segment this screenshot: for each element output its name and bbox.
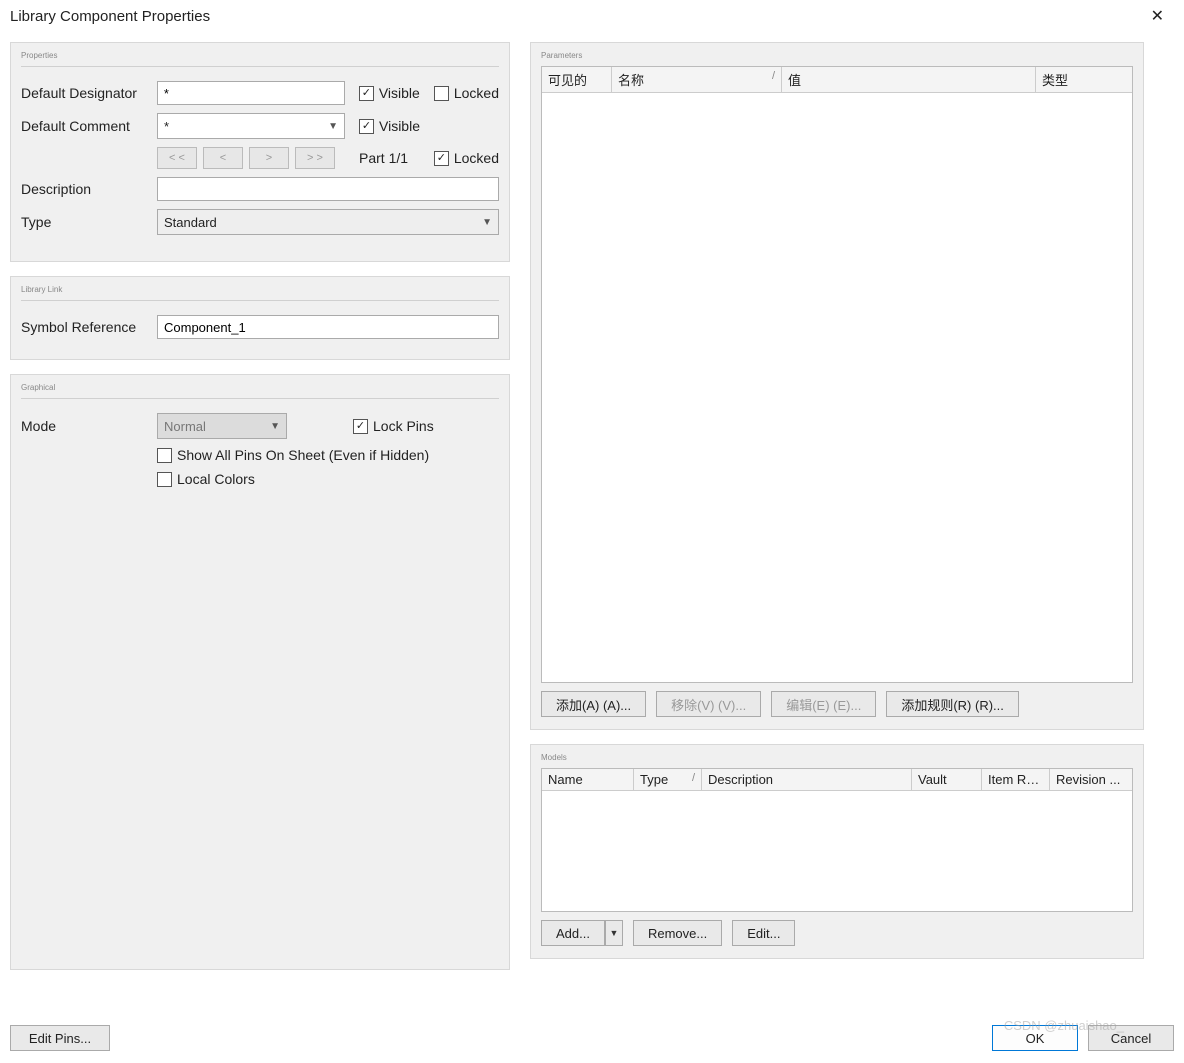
ok-button[interactable]: OK xyxy=(992,1025,1078,1051)
th-model-description[interactable]: Description xyxy=(702,769,912,790)
mode-label: Mode xyxy=(21,418,151,434)
th-model-type[interactable]: Type/ xyxy=(634,769,702,790)
properties-group-title: Properties xyxy=(21,51,499,60)
default-comment-label: Default Comment xyxy=(21,118,151,134)
graphical-group: Graphical Mode Normal ▼ Lock Pins Show Al… xyxy=(10,374,510,970)
checkbox-label: Lock Pins xyxy=(373,418,434,434)
checkbox-label: Visible xyxy=(379,118,420,134)
chevron-down-icon: ▼ xyxy=(270,421,280,432)
type-combo[interactable]: Standard ▼ xyxy=(157,209,499,235)
th-model-name[interactable]: Name xyxy=(542,769,634,790)
default-designator-label: Default Designator xyxy=(21,85,151,101)
sort-icon: / xyxy=(692,772,695,784)
lock-pins-checkbox[interactable]: Lock Pins xyxy=(353,418,434,434)
models-table[interactable]: Name Type/ Description Vault Item Rev...… xyxy=(541,768,1133,912)
th-value[interactable]: 值 xyxy=(782,67,1036,92)
model-remove-button[interactable]: Remove... xyxy=(633,920,722,946)
nav-last-button[interactable]: > > xyxy=(295,147,335,169)
checkbox-icon xyxy=(157,472,172,487)
local-colors-checkbox[interactable]: Local Colors xyxy=(157,471,255,487)
th-type[interactable]: 类型 xyxy=(1036,67,1132,92)
checkbox-icon xyxy=(359,119,374,134)
library-link-group: Library Link Symbol Reference xyxy=(10,276,510,360)
dialog-title: Library Component Properties xyxy=(10,8,210,25)
nav-prev-button[interactable]: < xyxy=(203,147,243,169)
designator-locked-checkbox[interactable]: Locked xyxy=(434,85,499,101)
nav-first-button[interactable]: < < xyxy=(157,147,197,169)
designator-visible-checkbox[interactable]: Visible xyxy=(359,85,420,101)
graphical-group-title: Graphical xyxy=(21,383,499,392)
comment-visible-checkbox[interactable]: Visible xyxy=(359,118,420,134)
mode-combo: Normal ▼ xyxy=(157,413,287,439)
show-all-pins-checkbox[interactable]: Show All Pins On Sheet (Even if Hidden) xyxy=(157,447,429,463)
default-designator-input[interactable] xyxy=(157,81,345,105)
properties-group: Properties Default Designator Visible Lo… xyxy=(10,42,510,262)
checkbox-icon xyxy=(359,86,374,101)
parameters-table[interactable]: 可见的 名称/ 值 类型 xyxy=(541,66,1133,683)
parameters-group-title: Parameters xyxy=(541,51,1133,60)
parameters-group: Parameters 可见的 名称/ 值 类型 添加(A) (A)... 移除(… xyxy=(530,42,1144,730)
checkbox-label: Locked xyxy=(454,150,499,166)
checkbox-icon xyxy=(157,448,172,463)
model-add-dropdown[interactable]: ▼ xyxy=(605,920,623,946)
symbol-reference-label: Symbol Reference xyxy=(21,319,151,335)
part-indicator: Part 1/1 xyxy=(359,150,408,166)
parameters-table-body xyxy=(542,93,1132,682)
checkbox-icon xyxy=(434,86,449,101)
param-remove-button[interactable]: 移除(V) (V)... xyxy=(656,691,761,717)
checkbox-icon xyxy=(353,419,368,434)
edit-pins-button[interactable]: Edit Pins... xyxy=(10,1025,110,1051)
chevron-down-icon: ▼ xyxy=(482,217,492,228)
models-group: Models Name Type/ Description Vault Item… xyxy=(530,744,1144,959)
type-label: Type xyxy=(21,214,151,230)
part-locked-checkbox[interactable]: Locked xyxy=(434,150,499,166)
sort-icon: / xyxy=(772,70,775,82)
combo-value: * xyxy=(164,119,169,134)
checkbox-label: Locked xyxy=(454,85,499,101)
nav-next-button[interactable]: > xyxy=(249,147,289,169)
close-icon[interactable]: ✕ xyxy=(1145,6,1170,26)
th-model-item-rev[interactable]: Item Rev... xyxy=(982,769,1050,790)
description-label: Description xyxy=(21,181,151,197)
param-edit-button[interactable]: 编辑(E) (E)... xyxy=(771,691,876,717)
default-comment-combo[interactable]: *▼ xyxy=(157,113,345,139)
checkbox-label: Show All Pins On Sheet (Even if Hidden) xyxy=(177,447,429,463)
combo-value: Standard xyxy=(164,215,217,230)
checkbox-label: Visible xyxy=(379,85,420,101)
th-visible[interactable]: 可见的 xyxy=(542,67,612,92)
checkbox-icon xyxy=(434,151,449,166)
description-input[interactable] xyxy=(157,177,499,201)
combo-value: Normal xyxy=(164,419,206,434)
symbol-reference-input[interactable] xyxy=(157,315,499,339)
library-link-group-title: Library Link xyxy=(21,285,499,294)
models-table-body xyxy=(542,791,1132,911)
models-group-title: Models xyxy=(541,753,1133,762)
model-add-button[interactable]: Add... xyxy=(541,920,605,946)
chevron-down-icon: ▼ xyxy=(328,121,338,132)
model-add-split-button[interactable]: Add... ▼ xyxy=(541,920,623,946)
th-model-vault[interactable]: Vault xyxy=(912,769,982,790)
th-name[interactable]: 名称/ xyxy=(612,67,782,92)
param-add-button[interactable]: 添加(A) (A)... xyxy=(541,691,646,717)
checkbox-label: Local Colors xyxy=(177,471,255,487)
chevron-down-icon: ▼ xyxy=(610,928,619,938)
th-model-revision[interactable]: Revision ... xyxy=(1050,769,1132,790)
cancel-button[interactable]: Cancel xyxy=(1088,1025,1174,1051)
model-edit-button[interactable]: Edit... xyxy=(732,920,795,946)
param-add-rule-button[interactable]: 添加规则(R) (R)... xyxy=(886,691,1019,717)
